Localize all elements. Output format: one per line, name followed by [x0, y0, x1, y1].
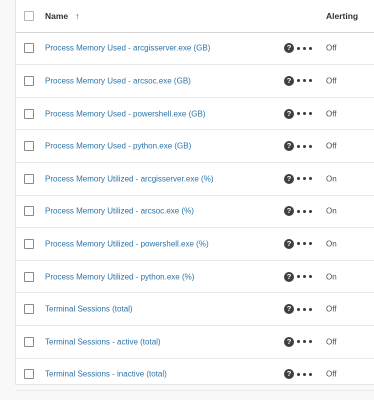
- table-row: Process Memory Used - arcgisserver.exe (…: [16, 33, 374, 66]
- ellipsis-icon[interactable]: [297, 340, 312, 344]
- metric-name-link[interactable]: Process Memory Used - python.exe (GB): [45, 142, 191, 151]
- metric-name-link[interactable]: Process Memory Utilized - python.exe (%): [45, 272, 194, 281]
- row-checkbox[interactable]: [24, 369, 34, 380]
- question-circle-icon[interactable]: ?: [284, 75, 294, 86]
- table-row: Process Memory Utilized - python.exe (%)…: [16, 261, 374, 294]
- metric-name-link[interactable]: Process Memory Used - powershell.exe (GB…: [45, 109, 206, 118]
- metric-name-link[interactable]: Process Memory Utilized - arcgisserver.e…: [45, 174, 213, 183]
- table-row: Process Memory Utilized - arcsoc.exe (%)…: [16, 196, 374, 229]
- row-checkbox[interactable]: [24, 173, 34, 184]
- ellipsis-icon[interactable]: [297, 144, 312, 148]
- question-circle-icon[interactable]: ?: [284, 336, 294, 347]
- alerting-status: On: [326, 272, 337, 282]
- ellipsis-icon[interactable]: [297, 79, 312, 83]
- row-checkbox[interactable]: [24, 75, 34, 86]
- row-checkbox[interactable]: [24, 304, 34, 315]
- table-row: Process Memory Utilized - powershell.exe…: [16, 228, 374, 261]
- metric-name-link[interactable]: Process Memory Utilized - powershell.exe…: [45, 239, 209, 248]
- alerting-status: Off: [326, 337, 337, 347]
- metric-name-link[interactable]: Terminal Sessions - inactive (total): [45, 370, 167, 379]
- metric-name-link[interactable]: Terminal Sessions (total): [45, 305, 133, 314]
- ellipsis-icon[interactable]: [297, 177, 312, 181]
- question-circle-icon[interactable]: ?: [284, 238, 294, 249]
- ellipsis-icon[interactable]: [297, 46, 312, 50]
- alerting-column-header[interactable]: Alerting: [326, 11, 358, 21]
- ellipsis-icon[interactable]: [297, 209, 312, 213]
- alerting-status: Off: [326, 76, 337, 86]
- ellipsis-icon[interactable]: [297, 112, 312, 116]
- ellipsis-icon[interactable]: [297, 275, 312, 279]
- name-header-label: Name: [45, 10, 69, 21]
- ellipsis-icon[interactable]: [297, 372, 312, 376]
- alerting-status: On: [326, 174, 337, 184]
- table-row: Terminal Sessions - inactive (total)? Off: [16, 359, 374, 392]
- metric-name-link[interactable]: Process Memory Utilized - arcsoc.exe (%): [45, 207, 194, 216]
- alerting-status: On: [326, 239, 337, 249]
- question-circle-icon[interactable]: ?: [284, 271, 294, 282]
- row-checkbox[interactable]: [24, 271, 34, 282]
- alerting-status: Off: [326, 304, 337, 314]
- table-body: Process Memory Used - arcgisserver.exe (…: [16, 33, 374, 392]
- question-circle-icon[interactable]: ?: [284, 173, 294, 184]
- table-row: Process Memory Used - python.exe (GB)? Of…: [16, 130, 374, 163]
- table-row: Process Memory Utilized - arcgisserver.e…: [16, 163, 374, 196]
- metric-name-link[interactable]: Terminal Sessions - active (total): [45, 337, 161, 346]
- table-row: Process Memory Used - powershell.exe (GB…: [16, 98, 374, 131]
- question-circle-icon[interactable]: ?: [284, 141, 294, 152]
- alerting-status: Off: [326, 141, 337, 151]
- table-row: Process Memory Used - arcsoc.exe (GB)? Of…: [16, 65, 374, 98]
- row-checkbox[interactable]: [24, 108, 34, 119]
- name-column-header[interactable]: Name ↑: [45, 11, 80, 21]
- question-circle-icon[interactable]: ?: [284, 43, 294, 54]
- question-circle-icon[interactable]: ?: [284, 304, 294, 315]
- select-all-checkbox[interactable]: [24, 10, 34, 21]
- row-checkbox[interactable]: [24, 336, 34, 347]
- table-row: Terminal Sessions (total)? Off: [16, 293, 374, 326]
- metric-name-link[interactable]: Process Memory Used - arcsoc.exe (GB): [45, 76, 191, 85]
- table-row: Terminal Sessions - active (total)? Off: [16, 326, 374, 359]
- question-circle-icon[interactable]: ?: [284, 108, 294, 119]
- ellipsis-icon[interactable]: [297, 242, 312, 246]
- question-circle-icon[interactable]: ?: [284, 206, 294, 217]
- sort-ascending-icon[interactable]: ↑: [75, 11, 80, 21]
- alerting-status: Off: [326, 43, 337, 53]
- table-header: Name ↑ Alerting: [16, 0, 374, 33]
- row-checkbox[interactable]: [24, 43, 34, 54]
- question-circle-icon[interactable]: ?: [284, 369, 294, 380]
- alerting-status: Off: [326, 369, 337, 379]
- alerting-status: Off: [326, 109, 337, 119]
- row-checkbox[interactable]: [24, 141, 34, 152]
- alerting-status: On: [326, 206, 337, 216]
- metric-name-link[interactable]: Process Memory Used - arcgisserver.exe (…: [45, 44, 210, 53]
- ellipsis-icon[interactable]: [297, 307, 312, 311]
- row-checkbox[interactable]: [24, 238, 34, 249]
- metrics-table: Name ↑ Alerting Process Memory Used - ar…: [15, 0, 374, 392]
- row-checkbox[interactable]: [24, 206, 34, 217]
